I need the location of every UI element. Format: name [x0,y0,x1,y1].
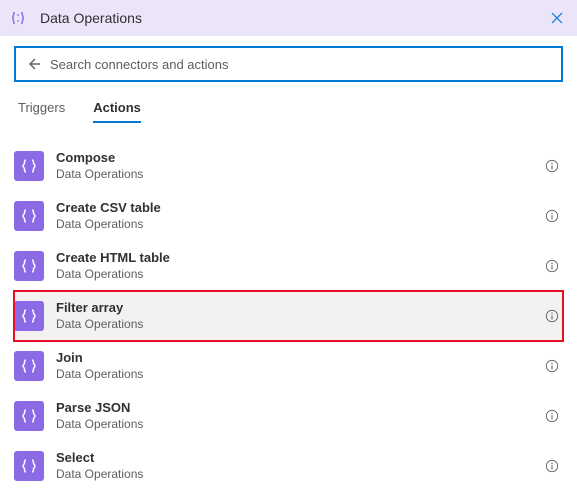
action-name: Parse JSON [56,400,543,416]
info-icon[interactable] [543,457,561,475]
search-input[interactable] [50,48,555,80]
action-name: Compose [56,150,543,166]
action-name: Create HTML table [56,250,543,266]
panel-title: Data Operations [40,10,543,26]
tab-actions[interactable]: Actions [93,100,141,123]
action-name: Filter array [56,300,543,316]
info-icon[interactable] [543,257,561,275]
action-subtitle: Data Operations [56,317,543,332]
close-button[interactable] [543,4,571,32]
data-operations-icon [14,301,44,331]
info-icon[interactable] [543,407,561,425]
action-list: ComposeData OperationsCreate CSV tableDa… [14,141,563,491]
info-icon[interactable] [543,157,561,175]
action-text: JoinData Operations [56,350,543,381]
action-row[interactable]: Filter arrayData Operations [14,291,563,341]
tab-triggers[interactable]: Triggers [18,100,65,123]
action-name: Create CSV table [56,200,543,216]
panel-header: Data Operations [0,0,577,36]
info-icon[interactable] [543,307,561,325]
action-text: ComposeData Operations [56,150,543,181]
action-text: Filter arrayData Operations [56,300,543,331]
data-operations-icon [14,251,44,281]
data-operations-icon [14,201,44,231]
action-subtitle: Data Operations [56,217,543,232]
action-subtitle: Data Operations [56,417,543,432]
action-name: Select [56,450,543,466]
action-text: SelectData Operations [56,450,543,481]
action-row[interactable]: Parse JSONData Operations [14,391,563,441]
data-operations-icon [14,451,44,481]
search-bar [14,46,563,82]
action-row[interactable]: Create HTML tableData Operations [14,241,563,291]
action-subtitle: Data Operations [56,267,543,282]
info-icon[interactable] [543,357,561,375]
info-icon[interactable] [543,207,561,225]
data-operations-icon [14,401,44,431]
action-text: Create HTML tableData Operations [56,250,543,281]
action-row[interactable]: SelectData Operations [14,441,563,491]
action-text: Create CSV tableData Operations [56,200,543,231]
data-operations-icon [14,351,44,381]
action-text: Parse JSONData Operations [56,400,543,431]
back-arrow-icon[interactable] [22,53,44,75]
action-name: Join [56,350,543,366]
action-row[interactable]: Create CSV tableData Operations [14,191,563,241]
tabs: Triggers Actions [14,100,563,123]
data-operations-icon [14,151,44,181]
action-subtitle: Data Operations [56,167,543,182]
action-row[interactable]: ComposeData Operations [14,141,563,191]
action-subtitle: Data Operations [56,467,543,482]
action-row[interactable]: JoinData Operations [14,341,563,391]
data-operations-icon [6,6,30,30]
action-subtitle: Data Operations [56,367,543,382]
